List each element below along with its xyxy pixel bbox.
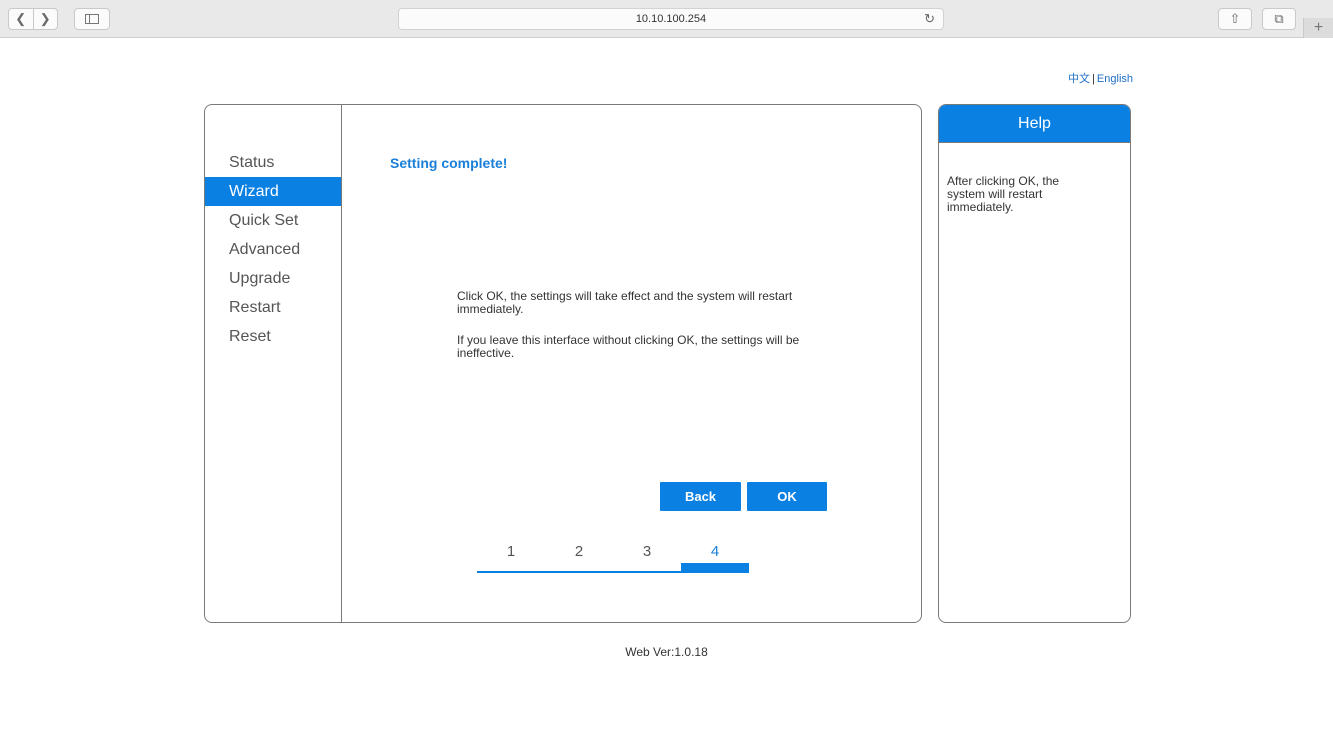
- main-panel: Status Wizard Quick Set Advanced Upgrade…: [204, 104, 922, 623]
- sidebar-toggle-button[interactable]: [74, 8, 110, 30]
- wizard-content: Setting complete! Click OK, the settings…: [342, 105, 921, 622]
- sidebar-menu: Status Wizard Quick Set Advanced Upgrade…: [205, 105, 342, 622]
- back-button[interactable]: Back: [660, 482, 741, 511]
- address-bar[interactable]: 10.10.100.254 ↻: [398, 8, 944, 30]
- language-switch: 中文 | English: [1060, 70, 1133, 86]
- tabs-icon: ⧉: [1274, 11, 1284, 26]
- step-4: 4: [710, 543, 720, 560]
- lang-separator: |: [1092, 73, 1095, 85]
- share-icon: ⇧: [1229, 11, 1241, 26]
- help-panel: Help After clicking OK, the system will …: [938, 104, 1131, 623]
- share-button[interactable]: ⇧: [1218, 8, 1252, 30]
- nav-buttons: ❮ ❯: [8, 8, 58, 30]
- show-tabs-button[interactable]: ⧉: [1262, 8, 1296, 30]
- message-leave-warning: If you leave this interface without clic…: [457, 333, 800, 360]
- back-arrow-icon[interactable]: ❮: [9, 9, 34, 29]
- message-block: Click OK, the settings will take effect …: [457, 290, 847, 360]
- wizard-step-indicator: 1 2 3 4: [477, 541, 749, 575]
- sidebar-icon: [85, 14, 99, 24]
- url-text: 10.10.100.254: [635, 13, 707, 25]
- menu-item-status[interactable]: Status: [205, 148, 341, 177]
- help-title: Help: [939, 105, 1130, 143]
- reload-icon[interactable]: ↻: [924, 11, 935, 27]
- current-step-marker: [681, 563, 749, 573]
- menu-item-restart[interactable]: Restart: [205, 293, 341, 322]
- menu-item-wizard[interactable]: Wizard: [205, 177, 341, 206]
- lang-chinese-link[interactable]: 中文: [1068, 73, 1090, 85]
- new-tab-button[interactable]: +: [1303, 18, 1333, 38]
- plus-icon: +: [1313, 19, 1324, 36]
- menu-item-quick-set[interactable]: Quick Set: [205, 206, 341, 235]
- step-1: 1: [506, 543, 516, 560]
- lang-english-link[interactable]: English: [1097, 73, 1133, 85]
- message-ok-effect: Click OK, the settings will take effect …: [457, 289, 793, 316]
- menu-item-reset[interactable]: Reset: [205, 322, 341, 351]
- step-3: 3: [642, 543, 652, 560]
- menu-item-upgrade[interactable]: Upgrade: [205, 264, 341, 293]
- ok-button[interactable]: OK: [747, 482, 827, 511]
- step-2: 2: [574, 543, 584, 560]
- browser-toolbar: ❮ ❯ 10.10.100.254 ↻ ⇧ ⧉ +: [0, 0, 1333, 38]
- help-text: After clicking OK, the system will resta…: [947, 174, 1060, 214]
- forward-arrow-icon[interactable]: ❯: [34, 9, 58, 29]
- web-version: Web Ver:1.0.18: [625, 645, 708, 659]
- page-title: Setting complete!: [390, 155, 508, 171]
- menu-item-advanced[interactable]: Advanced: [205, 235, 341, 264]
- menu-list: Status Wizard Quick Set Advanced Upgrade…: [205, 148, 341, 351]
